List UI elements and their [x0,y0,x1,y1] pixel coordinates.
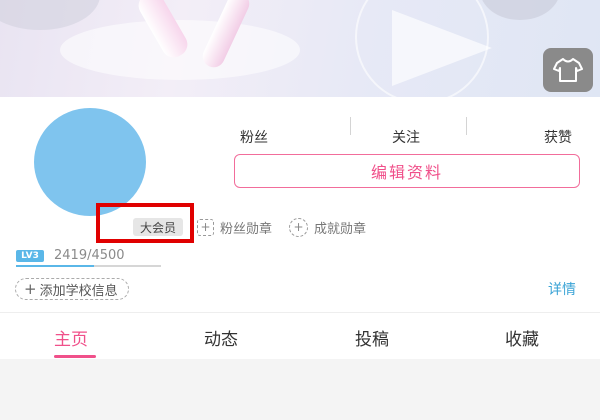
highlight-box [96,203,194,243]
exp-progress-bar [16,265,161,267]
wardrobe-button[interactable] [543,48,593,92]
level-tag: LV3 [16,250,44,262]
banner-decoration [0,0,100,30]
likes-stat-label[interactable]: 获赞 [544,127,572,147]
tab-favorites[interactable]: 收藏 [505,325,539,350]
active-tab-indicator [54,355,96,358]
tab-activity[interactable]: 动态 [204,325,238,350]
banner-decoration [480,0,560,20]
add-school-label: 添加学校信息 [39,283,118,299]
add-school-button[interactable]: + 添加学校信息 [15,278,129,300]
fan-medal[interactable]: + 粉丝勋章 [197,218,272,237]
exp-text: 2419/4500 [54,248,125,263]
exp-progress-fill [16,265,95,267]
shirt-icon [553,58,583,82]
edit-profile-button[interactable]: 编辑资料 [234,154,580,188]
plus-icon: + [197,219,214,236]
fans-stat-label[interactable]: 粉丝 [240,127,268,147]
stat-divider [350,117,351,135]
tab-submissions[interactable]: 投稿 [355,325,389,350]
achievement-medal-label: 成就勋章 [314,222,367,237]
achievement-medal[interactable]: + 成就勋章 [289,218,366,237]
stat-divider [466,117,467,135]
tab-home[interactable]: 主页 [54,325,88,350]
profile-banner [0,0,600,97]
profile-card: 粉丝 关注 获赞 编辑资料 大会员 + 粉丝勋章 + 成就勋章 LV3 2419… [0,97,600,312]
plus-icon: + [24,280,37,298]
fan-medal-label: 粉丝勋章 [220,222,273,237]
plus-icon: + [289,218,308,237]
following-stat-label[interactable]: 关注 [392,127,420,147]
profile-tabs: 主页 动态 投稿 收藏 [0,312,600,359]
avatar[interactable] [34,108,146,216]
details-link[interactable]: 详情 [548,279,576,299]
play-triangle-decoration [392,10,492,86]
